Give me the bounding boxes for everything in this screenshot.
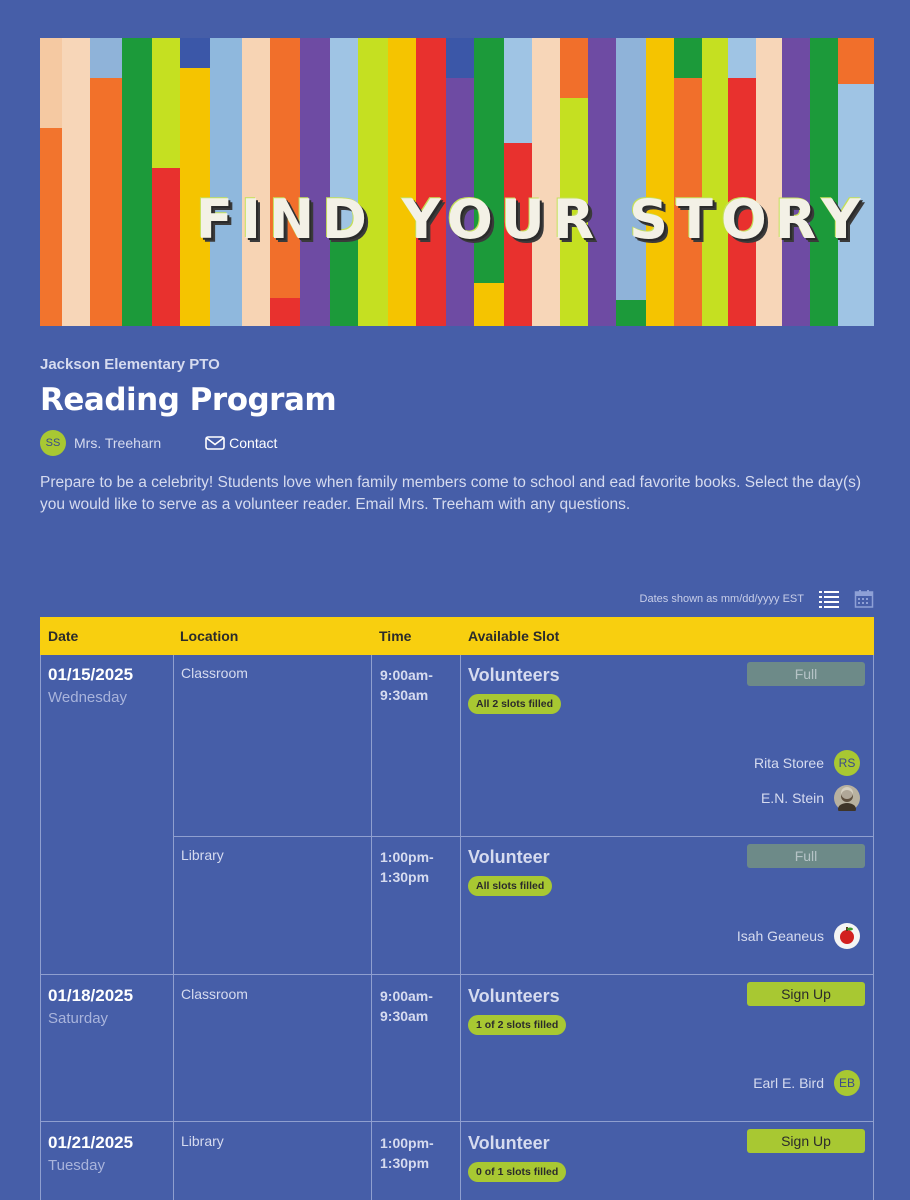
column-header-time: Time [379, 628, 412, 644]
calendar-view-icon[interactable] [854, 589, 874, 609]
slot-title: Volunteer [468, 847, 550, 867]
contact-label: Contact [229, 435, 278, 451]
date-value: 01/18/2025 [48, 986, 134, 1005]
location-cell: Classroom [181, 986, 248, 1002]
dates-note: Dates shown as mm/dd/yyyy EST [639, 593, 804, 605]
apple-avatar-icon [834, 923, 860, 949]
time-cell: 9:00am- 9:30am [380, 988, 433, 1024]
time-cell: 1:00pm- 1:30pm [380, 1135, 434, 1171]
table-body: 01/15/2025 Wednesday 01/18/2025 Saturday… [40, 655, 874, 1200]
description: Prepare to be a celebrity! Students love… [40, 474, 862, 513]
slot-cell: Volunteer All slots filled [468, 847, 553, 896]
date-cell: 01/18/2025 Saturday [48, 986, 133, 1027]
slot-status-badge: 0 of 1 slots filled [468, 1162, 567, 1182]
organizer-name: Mrs. Treeharn [74, 435, 162, 451]
volunteer-avatar: RS [834, 750, 860, 776]
table-header: Date Location Time Available Slot [40, 617, 874, 655]
volunteer-name: E.N. Stein [760, 790, 824, 806]
date-value: 01/15/2025 [48, 665, 134, 684]
date-value: 01/21/2025 [48, 1133, 134, 1152]
banner-headline: FIND YOUR STORY [196, 188, 869, 251]
volunteer-photo-avatar [834, 785, 860, 811]
organizer-row: SS Mrs. Treeharn Contact [40, 429, 277, 457]
signup-table: Date Location Time Available Slot 01/15/… [40, 617, 874, 1200]
slot-status-badge: All slots filled [468, 876, 553, 896]
volunteer-avatar: EB [834, 1070, 860, 1096]
column-header-location: Location [180, 628, 239, 644]
volunteer-name: Earl E. Bird [753, 1075, 824, 1091]
slot-title: Volunteers [468, 986, 560, 1006]
volunteer-entry: Rita Storee RS [754, 750, 860, 776]
slot-title: Volunteers [468, 665, 560, 685]
contact-link[interactable]: Contact [205, 435, 277, 451]
slot-title: Volunteer [468, 1133, 550, 1153]
slot-cell: Volunteers 1 of 2 slots filled [468, 986, 567, 1035]
date-cell: 01/15/2025 Wednesday [48, 665, 133, 706]
organization-name: Jackson Elementary PTO [40, 356, 220, 373]
time-cell: 1:00pm- 1:30pm [380, 849, 434, 885]
banner-stripes [40, 38, 874, 326]
location-cell: Classroom [181, 665, 248, 681]
mail-icon [205, 436, 225, 450]
column-header-slot: Available Slot [468, 628, 560, 644]
location-cell: Library [181, 847, 224, 863]
banner-image: FIND YOUR STORY [40, 38, 874, 326]
sign-up-button[interactable]: Sign Up [747, 982, 865, 1006]
date-cell: 01/21/2025 Tuesday [48, 1133, 133, 1174]
weekday: Tuesday [48, 1157, 105, 1174]
volunteer-entry: Isah Geaneus [737, 923, 860, 949]
volunteer-name: Rita Storee [753, 755, 824, 771]
full-button: Full [747, 662, 865, 686]
slot-cell: Volunteer 0 of 1 slots filled [468, 1133, 567, 1182]
weekday: Saturday [48, 1010, 109, 1027]
slot-cell: Volunteers All 2 slots filled [468, 665, 562, 714]
weekday: Wednesday [48, 689, 127, 706]
volunteer-entry: E.N. Stein [761, 785, 860, 811]
organizer-avatar: SS [40, 430, 66, 456]
slot-status-badge: All 2 slots filled [468, 694, 562, 714]
volunteer-entry: Earl E. Bird EB [753, 1070, 860, 1096]
time-cell: 9:00am- 9:30am [380, 667, 433, 703]
sign-up-button[interactable]: Sign Up [747, 1129, 865, 1153]
volunteer-name: Isah Geaneus [736, 928, 824, 944]
slot-status-badge: 1 of 2 slots filled [468, 1015, 567, 1035]
list-view-icon[interactable] [818, 589, 840, 609]
location-cell: Library [181, 1133, 224, 1149]
view-toolbar: Dates shown as mm/dd/yyyy EST [640, 589, 874, 609]
full-button: Full [747, 844, 865, 868]
page-title: Reading Program [40, 382, 337, 418]
column-header-date: Date [48, 628, 79, 644]
